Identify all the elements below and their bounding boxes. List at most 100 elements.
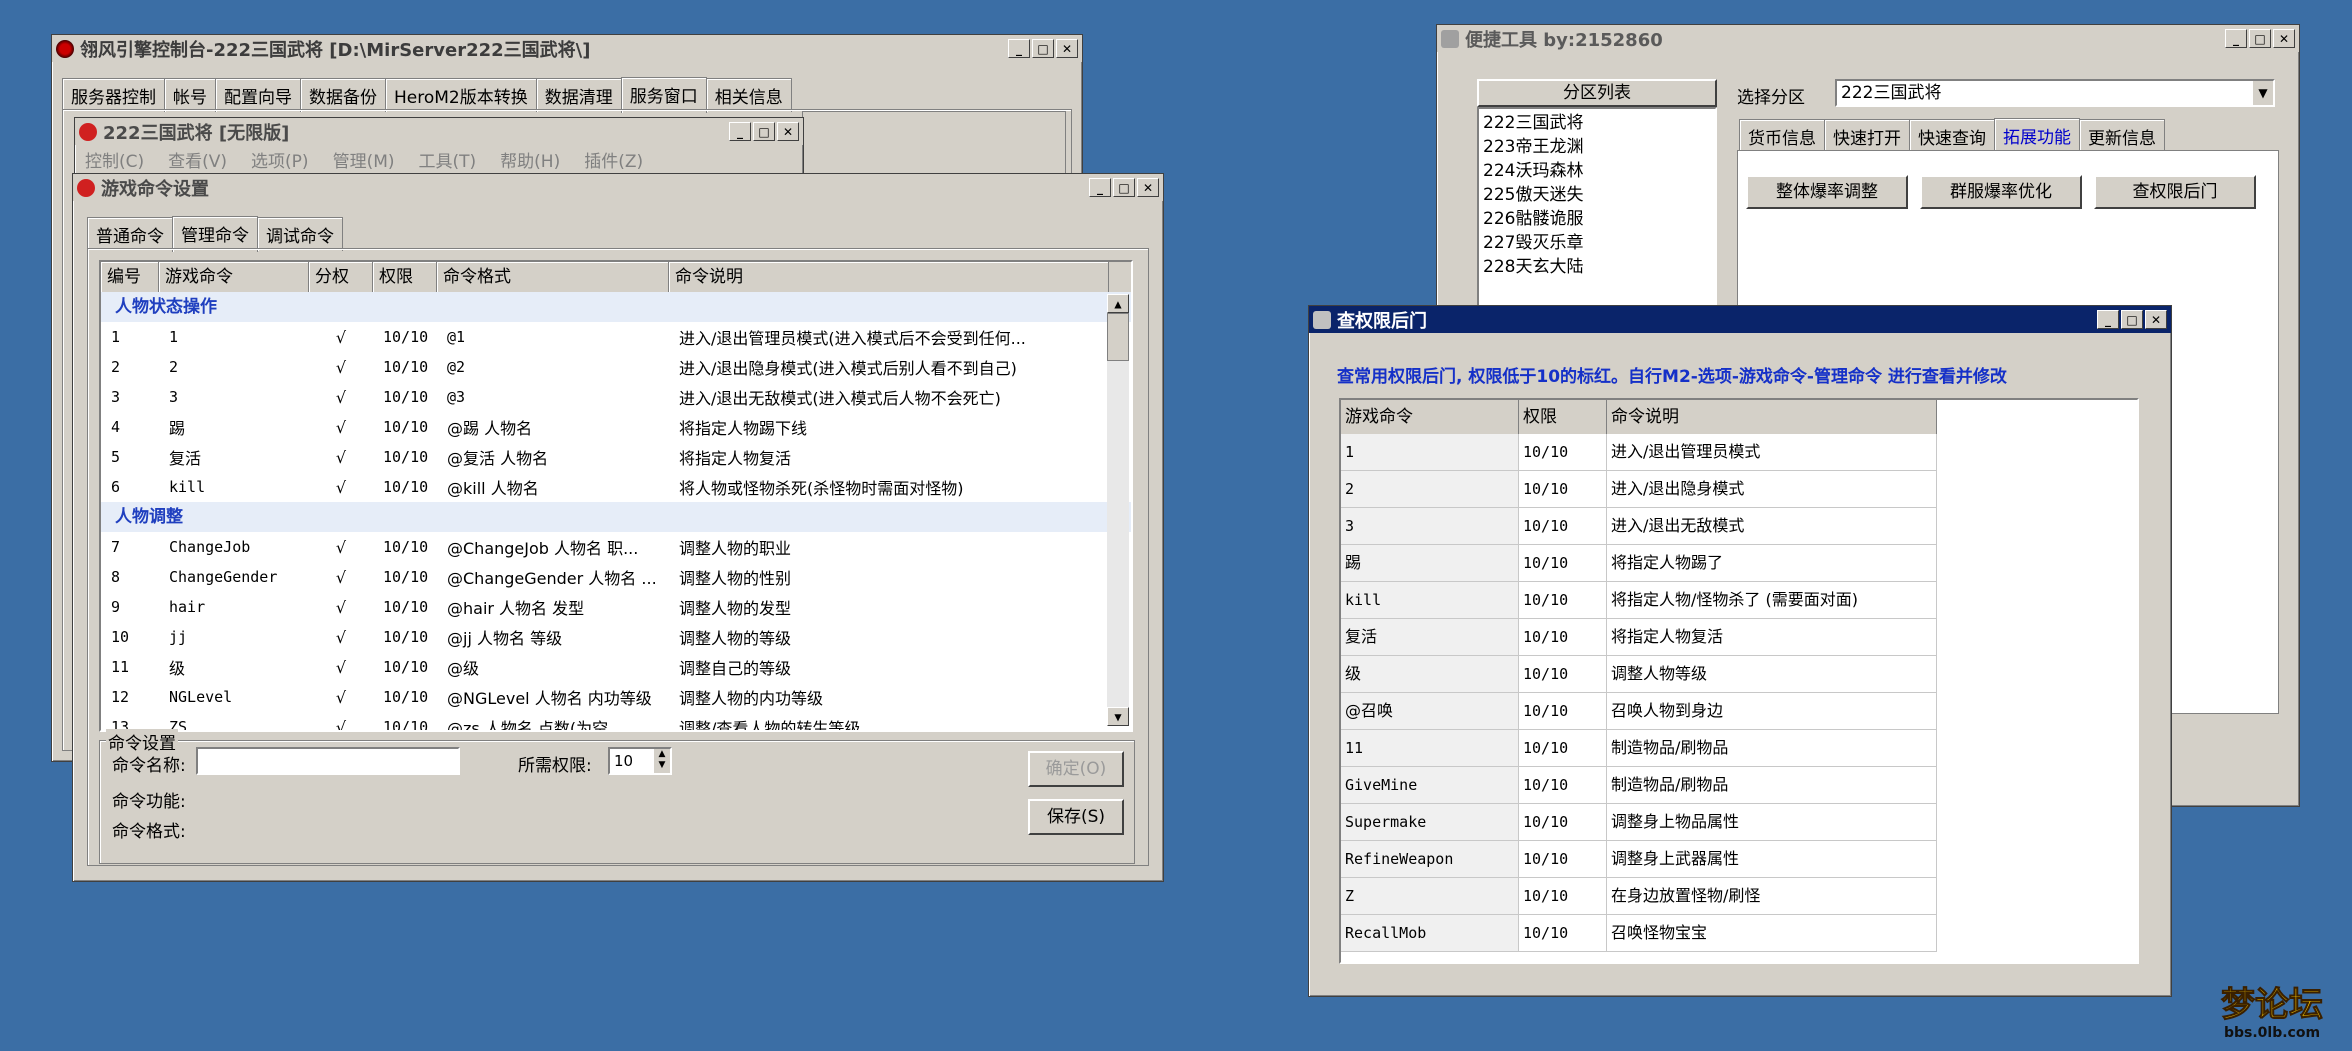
menu-item[interactable]: 控制(C) xyxy=(85,147,144,172)
scroll-down-icon[interactable]: ▼ xyxy=(1107,707,1129,726)
spinner-arrows-icon[interactable]: ▲ ▼ xyxy=(654,749,670,773)
scroll-thumb[interactable] xyxy=(1107,313,1129,361)
minimize-icon[interactable]: _ xyxy=(729,122,751,141)
table-row[interactable]: 踢 10/10 将指定人物踢了 xyxy=(1341,545,1937,582)
table-row[interactable]: 12 NGLevel √ 10/10 @NGLevel 人物名 内功等级 调整人物的内功等… xyxy=(101,682,1131,712)
column-header[interactable]: 权限 xyxy=(373,262,437,292)
close-icon[interactable]: ✕ xyxy=(2273,29,2295,48)
close-icon[interactable]: ✕ xyxy=(2145,310,2167,329)
m2-titlebar[interactable]: 222三国武将 [无限版] _ □ ✕ xyxy=(75,118,803,145)
tool-tab[interactable]: 快速查询 xyxy=(1909,119,1995,153)
minimize-icon[interactable]: _ xyxy=(1089,178,1111,197)
tool-action-button[interactable]: 整体爆率调整 xyxy=(1746,175,1908,209)
server-select[interactable]: 222三国武将 ▼ xyxy=(1835,79,2275,107)
main-tab[interactable]: 相关信息 xyxy=(705,78,792,112)
table-row[interactable]: 6 kill √ 10/10 @kill 人物名 将人物或怪物杀死(杀怪物时需面对怪物) xyxy=(101,472,1131,502)
tool-titlebar[interactable]: 便捷工具 by:2152860 _ □ ✕ xyxy=(1437,25,2299,52)
menu-item[interactable]: 查看(V) xyxy=(168,147,227,172)
table-row[interactable]: 9 hair √ 10/10 @hair 人物名 发型 调整人物的发型 xyxy=(101,592,1131,622)
table-row[interactable]: 4 踢 √ 10/10 @踢 人物名 将指定人物踢下线 xyxy=(101,412,1131,442)
table-row[interactable]: 11 级 √ 10/10 @级 调整自己的等级 xyxy=(101,652,1131,682)
tool-tab[interactable]: 更新信息 xyxy=(2079,119,2165,153)
cmd-tab[interactable]: 管理命令 xyxy=(172,216,258,252)
close-icon[interactable]: ✕ xyxy=(1137,178,1159,197)
maximize-icon[interactable]: □ xyxy=(1113,178,1135,197)
cmd-tab[interactable]: 调试命令 xyxy=(257,217,343,251)
command-name-input[interactable] xyxy=(196,747,460,775)
minimize-icon[interactable]: _ xyxy=(2225,29,2247,48)
close-icon[interactable]: ✕ xyxy=(777,122,799,141)
table-row[interactable]: 5 复活 √ 10/10 @复活 人物名 将指定人物复活 xyxy=(101,442,1131,472)
minimize-icon[interactable]: _ xyxy=(2097,310,2119,329)
main-tab[interactable]: 配置向导 xyxy=(215,78,301,112)
column-header[interactable]: 命令说明 xyxy=(669,262,1109,292)
list-item[interactable]: 224沃玛森林 xyxy=(1483,159,1711,183)
list-item[interactable]: 227毁灭乐章 xyxy=(1483,231,1711,255)
ok-button[interactable]: 确定(O) xyxy=(1028,751,1124,787)
main-tab[interactable]: HeroM2版本转换 xyxy=(385,78,537,112)
maximize-icon[interactable]: □ xyxy=(753,122,775,141)
table-row[interactable]: Z 10/10 在身边放置怪物/刷怪 xyxy=(1341,878,1937,915)
close-icon[interactable]: ✕ xyxy=(1056,39,1078,58)
column-header[interactable]: 命令说明 xyxy=(1607,400,1937,434)
menu-item[interactable]: 管理(M) xyxy=(333,147,395,172)
main-tab[interactable]: 数据备份 xyxy=(300,78,386,112)
cmd-titlebar[interactable]: 游戏命令设置 _ □ ✕ xyxy=(73,174,1163,201)
required-perm-spinner[interactable]: 10 ▲ ▼ xyxy=(608,747,672,775)
table-row[interactable]: 3 10/10 进入/退出无敌模式 xyxy=(1341,508,1937,545)
list-item[interactable]: 223帝王龙渊 xyxy=(1483,135,1711,159)
table-row[interactable]: kill 10/10 将指定人物/怪物杀了 (需要面对面) xyxy=(1341,582,1937,619)
list-item[interactable]: 226骷髅诡服 xyxy=(1483,207,1711,231)
permission-table[interactable]: 游戏命令 权限 命令说明 1 10/10 进入/退出管理员模式 2 10/10 进入/退出隐身… xyxy=(1339,398,2139,964)
main-titlebar[interactable]: 翎风引擎控制台-222三国武将 [D:\MirServer222三国武将\] _… xyxy=(52,35,1082,62)
perm-titlebar[interactable]: 查权限后门 _ □ ✕ xyxy=(1309,306,2171,333)
column-header[interactable]: 权限 xyxy=(1519,400,1607,434)
minimize-icon[interactable]: _ xyxy=(1008,39,1030,58)
table-row[interactable]: 2 2 √ 10/10 @2 进入/退出隐身模式(进入模式后别人看不到自己) xyxy=(101,352,1131,382)
table-row[interactable]: 10 jj √ 10/10 @jj 人物名 等级 调整人物的等级 xyxy=(101,622,1131,652)
table-row[interactable]: RefineWeapon 10/10 调整身上武器属性 xyxy=(1341,841,1937,878)
main-tab[interactable]: 服务窗口 xyxy=(620,77,707,113)
vertical-scrollbar[interactable]: ▲ ▼ xyxy=(1107,294,1129,726)
table-row[interactable]: 13 ZS √ 10/10 @zs 人物名 点数(为空... 调整/查看人物的转生等级 xyxy=(101,712,1131,731)
table-row[interactable]: 11 10/10 制造物品/刷物品 xyxy=(1341,730,1937,767)
maximize-icon[interactable]: □ xyxy=(2249,29,2271,48)
tool-tab[interactable]: 拓展功能 xyxy=(1994,118,2080,154)
command-grid[interactable]: 编号 游戏命令 分权 权限 命令格式 命令说明 人物状态操作 1 1 √ 10/10 @1 进入/退… xyxy=(99,260,1133,732)
menu-item[interactable]: 选项(P) xyxy=(251,147,309,172)
table-row[interactable]: 3 3 √ 10/10 @3 进入/退出无敌模式(进入模式后人物不会死亡) xyxy=(101,382,1131,412)
column-header[interactable]: 命令格式 xyxy=(437,262,669,292)
tool-tab[interactable]: 货币信息 xyxy=(1739,119,1825,153)
list-item[interactable]: 228天玄大陆 xyxy=(1483,255,1711,279)
maximize-icon[interactable]: □ xyxy=(1032,39,1054,58)
column-header[interactable]: 分权 xyxy=(309,262,373,292)
column-header[interactable]: 编号 xyxy=(101,262,159,292)
column-header[interactable]: 游戏命令 xyxy=(1341,400,1519,434)
menu-item[interactable]: 工具(T) xyxy=(419,147,477,172)
table-row[interactable]: Supermake 10/10 调整身上物品属性 xyxy=(1341,804,1937,841)
table-row[interactable]: @召唤 10/10 召唤人物到身边 xyxy=(1341,693,1937,730)
scroll-up-icon[interactable]: ▲ xyxy=(1107,294,1129,313)
tool-action-button[interactable]: 查权限后门 xyxy=(2094,175,2256,209)
main-tab[interactable]: 服务器控制 xyxy=(62,78,165,112)
main-tab[interactable]: 帐号 xyxy=(164,78,216,112)
list-item[interactable]: 222三国武将 xyxy=(1483,111,1711,135)
column-header[interactable]: 游戏命令 xyxy=(159,262,309,292)
maximize-icon[interactable]: □ xyxy=(2121,310,2143,329)
table-row[interactable]: 级 10/10 调整人物等级 xyxy=(1341,656,1937,693)
menu-item[interactable]: 插件(Z) xyxy=(584,147,643,172)
table-row[interactable]: 2 10/10 进入/退出隐身模式 xyxy=(1341,471,1937,508)
save-button[interactable]: 保存(S) xyxy=(1028,799,1124,835)
table-row[interactable]: 8 ChangeGender √ 10/10 @ChangeGender 人物名 ...… xyxy=(101,562,1131,592)
tool-tab[interactable]: 快速打开 xyxy=(1824,119,1910,153)
table-row[interactable]: 7 ChangeJob √ 10/10 @ChangeJob 人物名 职... 调整人物的… xyxy=(101,532,1131,562)
main-tab[interactable]: 数据清理 xyxy=(535,78,622,112)
table-row[interactable]: RecallMob 10/10 召唤怪物宝宝 xyxy=(1341,915,1937,952)
cmd-tab[interactable]: 普通命令 xyxy=(87,217,173,251)
table-row[interactable]: 复活 10/10 将指定人物复活 xyxy=(1341,619,1937,656)
table-row[interactable]: GiveMine 10/10 制造物品/刷物品 xyxy=(1341,767,1937,804)
chevron-down-icon[interactable]: ▼ xyxy=(2253,81,2273,105)
table-row[interactable]: 1 10/10 进入/退出管理员模式 xyxy=(1341,434,1937,471)
menu-item[interactable]: 帮助(H) xyxy=(500,147,560,172)
tool-action-button[interactable]: 群服爆率优化 xyxy=(1920,175,2082,209)
